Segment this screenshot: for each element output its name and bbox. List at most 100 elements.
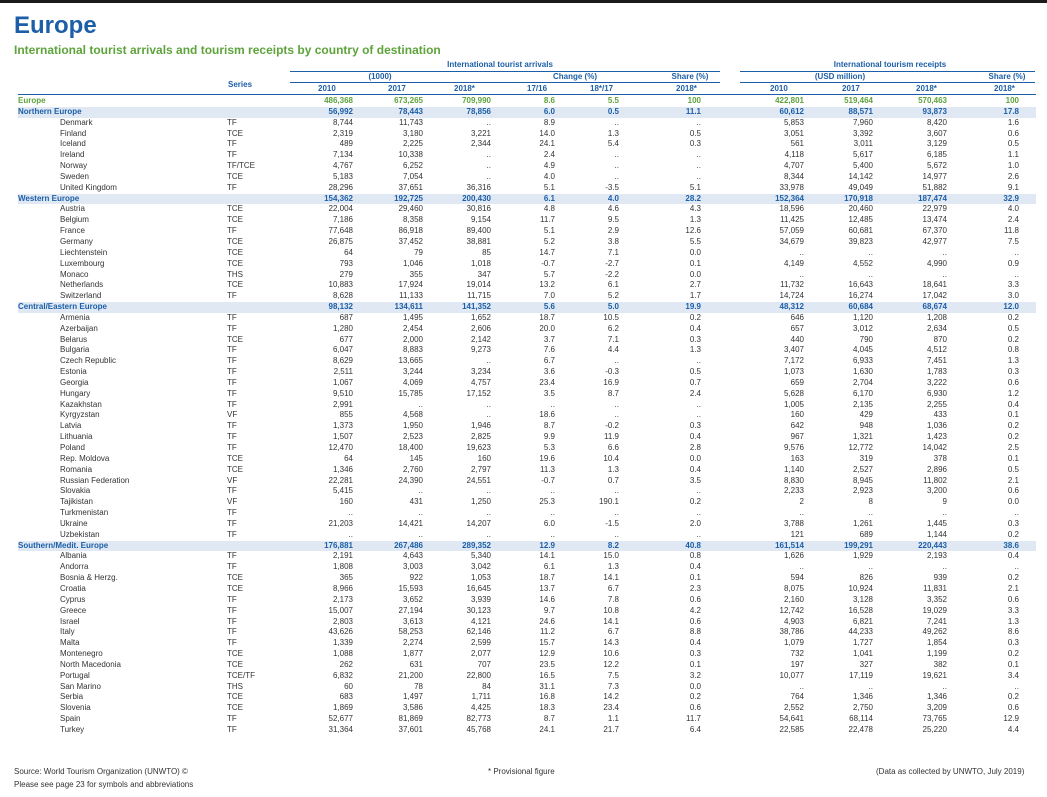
- cell-a18: 707: [477, 659, 491, 669]
- table-row: Denmark TF 8,744 11,743.. 8.9.... 5,853 7,960 8…: [18, 118, 1036, 129]
- cell-r17: 16,643: [848, 280, 873, 290]
- cell-r18: 2,634: [926, 323, 947, 333]
- cell-r10: 2: [799, 497, 804, 507]
- cell-r17: ..: [868, 508, 873, 518]
- cell-r18: 14,977: [922, 171, 947, 181]
- cell-r10: 11,732: [780, 280, 804, 290]
- cell-r18: 7,241: [926, 616, 947, 626]
- cell-c1: 23.5: [539, 659, 555, 669]
- cell-rs: 3.3: [1007, 605, 1019, 615]
- cell-c2: -1.5: [605, 518, 619, 528]
- cell-a17: 24,390: [398, 475, 423, 485]
- cell-r17: 2,923: [852, 486, 873, 496]
- cell-r17: 1,120: [852, 312, 873, 322]
- row-label: Croatia: [60, 583, 86, 593]
- row-label: Azerbaijan: [60, 323, 98, 333]
- cell-r17: 1,041: [852, 649, 873, 659]
- cell-c1: -0.7: [541, 258, 555, 268]
- table-row: Andorra TF 1,808 3,003 3,042 6.1 1.3 0.4.......…: [18, 562, 1036, 573]
- cell-r18: 11,831: [923, 583, 947, 593]
- cell-r18: 2,193: [926, 551, 947, 561]
- cell-c1: ..: [550, 486, 555, 496]
- cell-r10: 2,233: [783, 486, 804, 496]
- row-label: Estonia: [60, 367, 87, 377]
- cell-a10: 8,966: [332, 583, 353, 593]
- cell-a18: 347: [477, 269, 491, 279]
- cell-sh: 0.0: [689, 681, 701, 691]
- row-series: TF: [227, 399, 237, 409]
- cell-a18: 2,606: [470, 323, 491, 333]
- cell-r10: 54,641: [779, 714, 804, 724]
- cell-c2: 11.9: [604, 432, 619, 442]
- cell-c1: 11.2: [540, 627, 555, 637]
- table-row: Bulgaria TF 6,047 8,883 9,273 7.6 4.4 1.3 3,407 4…: [18, 345, 1036, 356]
- cell-r18: 4,512: [926, 345, 947, 355]
- cell-sh: 0.3: [689, 334, 701, 344]
- cell-a18: 2,825: [470, 432, 491, 442]
- cell-r10: 152,364: [775, 193, 804, 203]
- cell-r10: 440: [790, 334, 804, 344]
- cell-a18: 2,142: [470, 334, 491, 344]
- cell-c2: 7.8: [607, 594, 619, 604]
- cell-c1: 6.0: [543, 518, 555, 528]
- cell-c1: 31.1: [539, 681, 555, 691]
- cell-r17: 12,772: [848, 443, 873, 452]
- cell-r10: 12,742: [779, 605, 804, 615]
- cell-rs: 0.3: [1007, 367, 1019, 377]
- cell-rs: 17.8: [1003, 106, 1019, 116]
- cell-r10: ..: [799, 508, 804, 518]
- cell-c2: 5.0: [607, 302, 619, 312]
- table-row: San Marino THS 60 78 84 31.1 7.3 0.0........: [18, 682, 1036, 693]
- row-label: Finland: [60, 128, 87, 138]
- cell-sh: 0.6: [689, 594, 701, 604]
- cell-c1: 3.7: [543, 334, 555, 344]
- table-row: Latvia TF 1,373 1,950 1,946 8.7 -0.2 0.3 642 948 1…: [18, 421, 1036, 432]
- row-label: Austria: [60, 204, 85, 214]
- cell-r17: 3,011: [853, 139, 873, 149]
- cell-c1: 5.7: [543, 269, 555, 279]
- cell-c2: 6.7: [607, 583, 619, 593]
- cell-c1: 8.7: [543, 714, 555, 724]
- cell-c1: 6.0: [543, 106, 555, 116]
- row-label: France: [60, 226, 85, 236]
- cell-r17: 4,552: [852, 258, 873, 268]
- table-row: Czech Republic TF 8,629 13,665.. 6.7.... 7,17…: [18, 356, 1036, 367]
- table-row: Serbia TCE 683 1,497 1,711 16.8 14.2 0.2 764 1,34…: [18, 692, 1036, 703]
- cell-r17: 10,924: [848, 583, 873, 593]
- row-label: Cyprus: [60, 594, 86, 604]
- cell-sh: 11.1: [685, 106, 701, 116]
- cell-a17: 11,743: [399, 117, 423, 127]
- cell-c1: 25.3: [539, 497, 555, 507]
- cell-rs: 0.6: [1007, 377, 1019, 387]
- cell-r18: 1,445: [926, 518, 947, 528]
- cell-c2: ..: [614, 529, 619, 539]
- cell-c1: 9.9: [543, 432, 555, 442]
- cell-c1: 2.4: [543, 150, 555, 160]
- cell-a17: 4,069: [402, 377, 423, 387]
- cell-c2: 1.3: [607, 562, 619, 572]
- header-bottom-rule: [18, 94, 1036, 95]
- cell-a10: 154,362: [324, 193, 353, 203]
- cell-a17: 4,643: [402, 551, 423, 561]
- cell-a17: 86,918: [398, 226, 423, 236]
- cell-c2: 10.5: [603, 312, 619, 322]
- cell-a10: 1,280: [332, 323, 353, 333]
- cell-r18: 8,420: [926, 117, 947, 127]
- cell-c1: 14.1: [539, 551, 555, 561]
- cell-rs: 0.9: [1007, 258, 1019, 268]
- cell-r17: 3,128: [852, 594, 873, 604]
- cell-r18: 7,451: [926, 356, 947, 366]
- cell-r18: 3,222: [926, 377, 947, 387]
- cell-r17: 8,945: [852, 475, 873, 485]
- cell-sh: 0.4: [689, 464, 701, 474]
- cell-rs: 7.5: [1007, 236, 1019, 246]
- cell-a17: 14,421: [398, 518, 423, 528]
- cell-c2: 15.0: [603, 551, 619, 561]
- cell-r10: 160: [790, 410, 804, 420]
- cell-c1: 4.8: [543, 204, 555, 214]
- cell-r17: 16,274: [848, 291, 873, 301]
- cell-a10: 10,883: [328, 280, 353, 290]
- cell-sh: 2.0: [689, 518, 701, 528]
- row-label: Montenegro: [60, 649, 103, 659]
- cell-a10: 6,047: [332, 345, 353, 355]
